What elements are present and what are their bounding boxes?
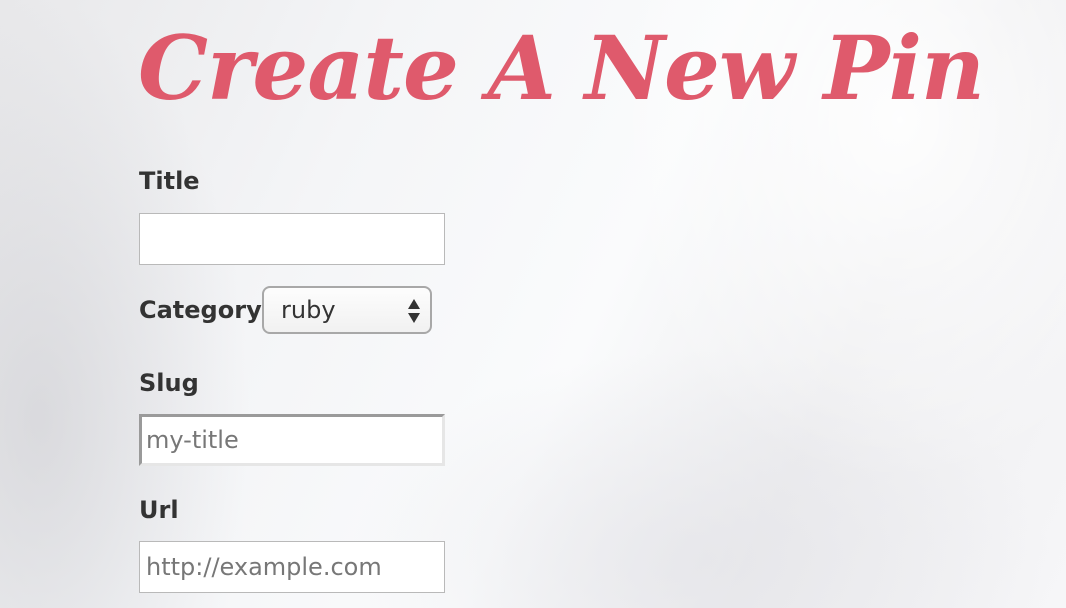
category-label: Category: [139, 296, 262, 324]
category-select[interactable]: ruby: [262, 286, 432, 334]
category-select-value: ruby: [281, 296, 336, 324]
page-title: Create A New Pin: [138, 16, 985, 120]
slug-label: Slug: [139, 369, 199, 397]
url-label: Url: [139, 496, 179, 524]
title-input[interactable]: [139, 213, 445, 265]
title-label: Title: [139, 167, 200, 195]
slug-input[interactable]: [139, 414, 445, 466]
url-input[interactable]: [139, 541, 445, 593]
up-down-arrows-icon: [408, 299, 420, 323]
